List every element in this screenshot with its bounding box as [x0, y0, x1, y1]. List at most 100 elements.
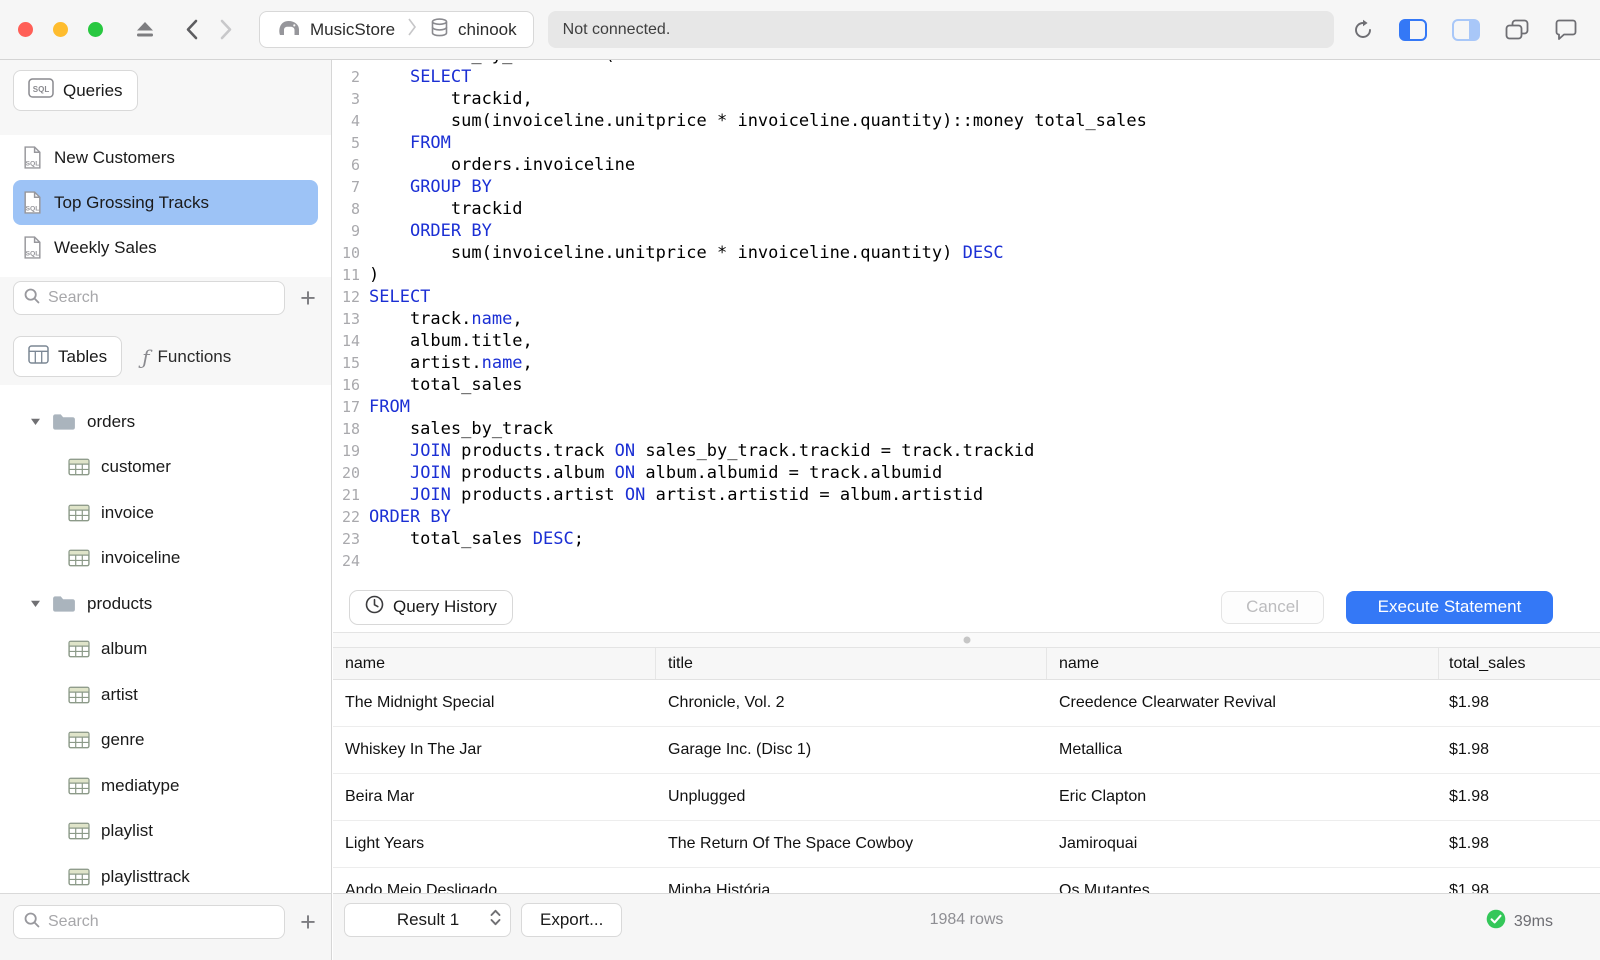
cell-total-sales: $1.98 — [1449, 835, 1490, 852]
chevron-up-down-icon — [489, 908, 502, 932]
table-icon — [68, 640, 90, 658]
query-history-label: Query History — [393, 597, 497, 616]
tree-table-item[interactable]: invoiceline — [0, 536, 331, 582]
tables-search-input[interactable] — [48, 913, 275, 931]
disclosure-triangle-icon[interactable] — [30, 417, 46, 426]
table-row[interactable]: Light Years The Return Of The Space Cowb… — [333, 821, 1600, 868]
query-list-item[interactable]: SQL Weekly Sales — [13, 225, 318, 270]
search-icon — [23, 911, 41, 934]
folder-icon — [52, 413, 76, 431]
column-header-artist-name[interactable]: name — [1047, 648, 1439, 679]
query-history-button[interactable]: Query History — [349, 589, 513, 625]
duration-label: 39ms — [1513, 912, 1553, 930]
tree-table-item[interactable]: artist — [0, 672, 331, 718]
breadcrumb-label: MusicStore — [310, 19, 396, 39]
tree-table-item[interactable]: invoice — [0, 490, 331, 536]
tree-table-label: playlist — [101, 821, 153, 841]
execute-statement-button[interactable]: Execute Statement — [1346, 590, 1553, 624]
svg-text:SQL: SQL — [26, 205, 40, 212]
breadcrumb-item-musicstore[interactable]: MusicStore — [264, 12, 407, 47]
query-list-item[interactable]: SQL New Customers — [13, 135, 318, 180]
table-icon — [68, 686, 90, 704]
tree-table-item[interactable]: album — [0, 627, 331, 673]
tab-queries[interactable]: SQL Queries — [13, 70, 138, 111]
table-row[interactable]: Ando Meio Desligado Minha História Os Mu… — [333, 868, 1600, 893]
cell-artist-name: Creedence Clearwater Revival — [1059, 694, 1276, 711]
tables-search-box — [13, 905, 285, 939]
query-list-item[interactable]: SQL Top Grossing Tracks — [13, 180, 318, 225]
tree-table-item[interactable]: mediatype — [0, 763, 331, 809]
add-table-button[interactable]: + — [293, 907, 323, 937]
tab-functions[interactable]: ƒ Functions — [128, 336, 245, 377]
cell-artist-name: Os Mutantes — [1059, 882, 1150, 893]
tree-table-item[interactable]: customer — [0, 445, 331, 491]
results-header: name title name total_sales — [333, 648, 1600, 680]
clock-icon — [365, 595, 384, 619]
back-button[interactable] — [185, 19, 198, 40]
elephant-icon — [276, 17, 302, 43]
query-item-label: Weekly Sales — [54, 237, 157, 257]
tab-queries-label: Queries — [63, 80, 123, 100]
results-splitter[interactable] — [333, 632, 1600, 648]
statusbar: Result 1 Export... 1984 rows 39ms — [333, 893, 1600, 960]
toggle-right-sidebar-icon[interactable] — [1452, 18, 1480, 41]
cell-album-title: Minha História — [668, 882, 771, 893]
export-button[interactable]: Export... — [521, 903, 623, 937]
cell-track-name: Beira Mar — [345, 788, 415, 805]
tab-tables[interactable]: Tables — [13, 336, 123, 377]
tree-schema-item[interactable]: products — [0, 581, 331, 627]
windows-icon[interactable] — [1505, 19, 1529, 41]
queries-search-row: + — [13, 281, 323, 315]
column-header-title[interactable]: title — [656, 648, 1047, 679]
database-icon — [429, 17, 450, 43]
function-icon: ƒ — [142, 344, 150, 369]
cancel-button[interactable]: Cancel — [1221, 590, 1324, 624]
tree-schema-item[interactable]: orders — [0, 399, 331, 445]
cell-artist-name: Eric Clapton — [1059, 788, 1147, 805]
sidebar-tabs: Tables ƒ Functions — [13, 336, 245, 377]
sql-editor[interactable]: 123456789101112131415161718192021222324 … — [333, 60, 1600, 582]
tree-table-item[interactable]: playlist — [0, 809, 331, 855]
splitter-handle-icon — [963, 636, 970, 644]
cell-track-name: Ando Meio Desligado — [345, 882, 498, 893]
disclosure-triangle-icon[interactable] — [30, 599, 46, 608]
sql-file-icon: SQL — [23, 191, 42, 214]
cell-track-name: The Midnight Special — [345, 694, 495, 711]
tree-table-label: genre — [101, 730, 145, 750]
result-selector-label: Result 1 — [396, 910, 460, 929]
queries-search-box — [13, 281, 285, 315]
result-selector[interactable]: Result 1 — [344, 903, 511, 937]
cell-artist-name: Metallica — [1059, 741, 1123, 758]
table-icon — [68, 777, 90, 795]
minimize-window-button[interactable] — [53, 22, 68, 37]
tab-functions-label: Functions — [157, 346, 232, 366]
table-row[interactable]: Beira Mar Unplugged Eric Clapton $1.98 — [333, 774, 1600, 821]
titlebar: MusicStore chinook Not connected. — [0, 0, 1600, 60]
toggle-left-sidebar-icon[interactable] — [1399, 18, 1427, 41]
cell-album-title: Garage Inc. (Disc 1) — [668, 741, 812, 758]
cell-album-title: Unplugged — [668, 788, 746, 805]
column-header-name[interactable]: name — [333, 648, 656, 679]
refresh-icon[interactable] — [1352, 19, 1374, 41]
eject-icon[interactable] — [135, 21, 155, 38]
svg-text:SQL: SQL — [26, 160, 40, 167]
chat-bubble-icon[interactable] — [1554, 19, 1578, 41]
query-item-label: Top Grossing Tracks — [54, 192, 209, 212]
close-window-button[interactable] — [18, 22, 33, 37]
table-row[interactable]: The Midnight Special Chronicle, Vol. 2 C… — [333, 680, 1600, 727]
forward-button[interactable] — [220, 19, 233, 40]
tree-table-label: invoice — [101, 502, 154, 522]
column-header-total-sales[interactable]: total_sales — [1439, 648, 1600, 679]
table-icon — [68, 458, 90, 476]
table-row[interactable]: Whiskey In The Jar Garage Inc. (Disc 1) … — [333, 727, 1600, 774]
tree-table-item[interactable]: playlisttrack — [0, 854, 331, 893]
cell-total-sales: $1.98 — [1449, 788, 1490, 805]
queries-search-input[interactable] — [48, 289, 275, 307]
code-area: WITH sales_by_track AS ( SELECT trackid,… — [369, 60, 1147, 549]
tree-table-item[interactable]: genre — [0, 718, 331, 764]
breadcrumb-item-chinook[interactable]: chinook — [417, 12, 529, 47]
zoom-window-button[interactable] — [88, 22, 103, 37]
tables-search-row: + — [13, 905, 323, 939]
add-query-button[interactable]: + — [293, 283, 323, 313]
window-controls — [18, 22, 103, 37]
